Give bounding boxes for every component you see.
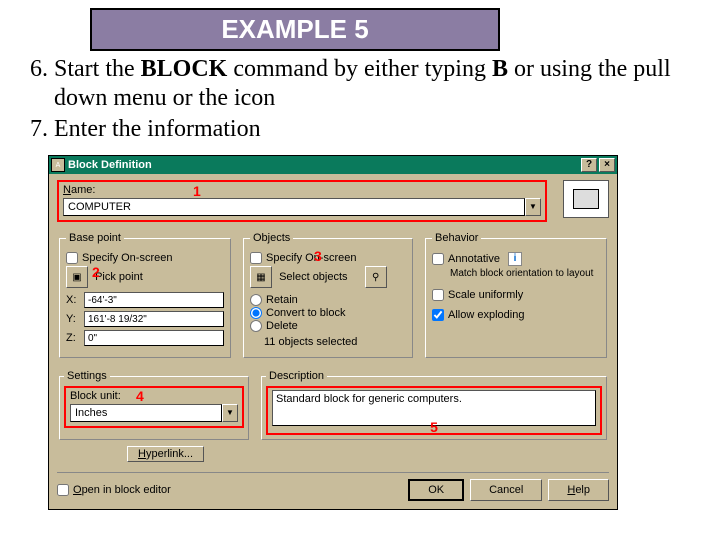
instruction-list: Start the BLOCK command by either typing… bbox=[0, 51, 720, 155]
objects-group: Objects Specify On-screen 3 ▦ Select obj… bbox=[243, 232, 413, 358]
bp-specify-onscreen[interactable]: Specify On-screen bbox=[66, 252, 224, 264]
pick-point-button[interactable]: ▣ bbox=[66, 266, 88, 288]
quickselect-button[interactable]: ⚲ bbox=[365, 266, 387, 288]
x-input[interactable] bbox=[84, 292, 224, 308]
objects-legend: Objects bbox=[250, 232, 293, 244]
objects-selected-count: 11 objects selected bbox=[250, 336, 406, 348]
retain-radio[interactable]: Retain bbox=[250, 294, 406, 306]
scale-uniformly-checkbox[interactable]: Scale uniformly bbox=[432, 289, 600, 301]
callout-1: 1 bbox=[193, 183, 201, 199]
dialog-title: Block Definition bbox=[68, 159, 579, 171]
description-group: Description 5 bbox=[261, 370, 607, 440]
instruction-7: Enter the information bbox=[54, 115, 710, 144]
match-orientation-label: Match block orientation to layout bbox=[450, 268, 600, 279]
y-label: Y: bbox=[66, 313, 80, 325]
cancel-button[interactable]: Cancel bbox=[470, 479, 542, 501]
behavior-group: Behavior Annotativei Match block orienta… bbox=[425, 232, 607, 358]
callout-5: 5 bbox=[430, 419, 438, 435]
annotative-checkbox[interactable]: Annotativei bbox=[432, 252, 600, 266]
callout-2: 2 bbox=[92, 264, 100, 280]
name-section: 1 Name: ▼ bbox=[57, 180, 547, 222]
block-unit-select[interactable] bbox=[70, 404, 222, 422]
help-button-icon[interactable]: ? bbox=[581, 158, 597, 172]
convert-radio[interactable]: Convert to block bbox=[250, 307, 406, 319]
settings-group: Settings 4 Block unit: ▼ bbox=[59, 370, 249, 440]
basepoint-group: Base point Specify On-screen 2 ▣ Pick po… bbox=[59, 232, 231, 358]
open-in-block-editor-checkbox[interactable]: Open in block editor bbox=[57, 484, 402, 496]
name-input[interactable] bbox=[63, 198, 525, 216]
allow-exploding-checkbox[interactable]: Allow exploding bbox=[432, 309, 600, 321]
z-input[interactable] bbox=[84, 330, 224, 346]
block-preview bbox=[563, 180, 609, 218]
delete-radio[interactable]: Delete bbox=[250, 320, 406, 332]
system-menu-icon[interactable]: A bbox=[51, 158, 65, 172]
basepoint-legend: Base point bbox=[66, 232, 124, 244]
name-dropdown-icon[interactable]: ▼ bbox=[525, 198, 541, 216]
x-label: X: bbox=[66, 294, 80, 306]
block-unit-label: Block unit: bbox=[70, 390, 238, 402]
unit-dropdown-icon[interactable]: ▼ bbox=[222, 404, 238, 422]
description-legend: Description bbox=[266, 370, 327, 382]
hyperlink-button[interactable]: Hyperlink... bbox=[127, 446, 204, 462]
select-objects-label: Select objects bbox=[279, 271, 347, 283]
titlebar: A Block Definition ? × bbox=[49, 156, 617, 174]
ok-button[interactable]: OK bbox=[408, 479, 464, 501]
help-button[interactable]: Help bbox=[548, 479, 609, 501]
close-icon[interactable]: × bbox=[599, 158, 615, 172]
y-input[interactable] bbox=[84, 311, 224, 327]
obj-specify-onscreen[interactable]: Specify On-screen 3 bbox=[250, 252, 406, 264]
info-icon[interactable]: i bbox=[508, 252, 522, 266]
callout-3: 3 bbox=[314, 248, 322, 264]
select-objects-button[interactable]: ▦ bbox=[250, 266, 272, 288]
instruction-6: Start the BLOCK command by either typing… bbox=[54, 55, 710, 113]
example-banner: EXAMPLE 5 bbox=[90, 8, 500, 51]
settings-legend: Settings bbox=[64, 370, 110, 382]
name-label: Name: bbox=[63, 184, 541, 196]
block-definition-dialog: A Block Definition ? × 1 Name: ▼ bbox=[48, 155, 618, 510]
callout-4: 4 bbox=[136, 388, 144, 404]
z-label: Z: bbox=[66, 332, 80, 344]
behavior-legend: Behavior bbox=[432, 232, 481, 244]
pick-point-label: Pick point bbox=[95, 271, 143, 283]
